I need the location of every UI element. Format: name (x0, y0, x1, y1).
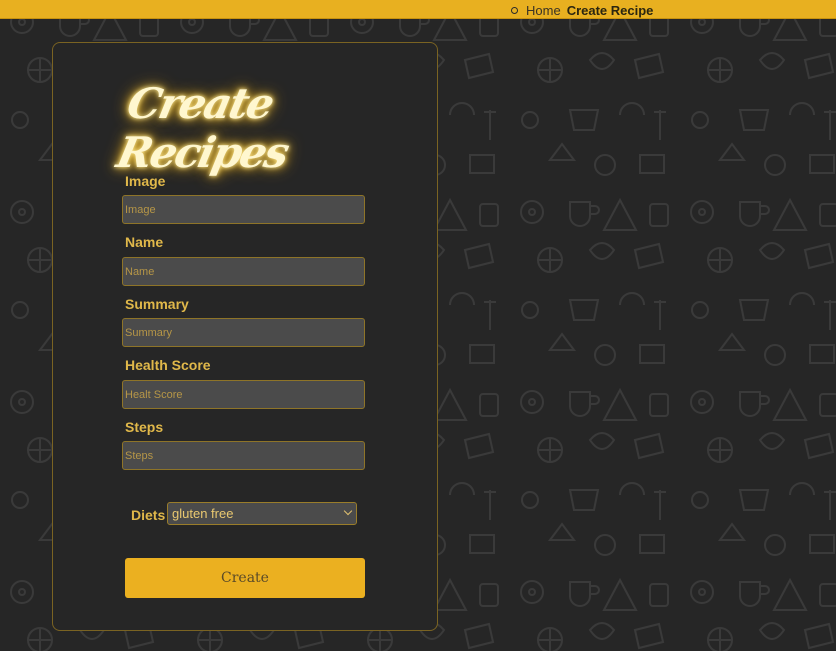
health-score-label: Health Score (125, 357, 211, 373)
steps-input[interactable] (122, 441, 365, 470)
diets-selected-value: gluten free (172, 506, 234, 521)
image-input[interactable] (122, 195, 365, 224)
summary-input[interactable] (122, 318, 365, 347)
name-label: Name (125, 234, 164, 250)
name-input[interactable] (122, 257, 365, 286)
breadcrumb-home-link[interactable]: Home (526, 3, 561, 18)
diets-label: Diets (131, 507, 166, 523)
breadcrumb-current: Create Recipe (566, 2, 654, 18)
summary-label: Summary (125, 296, 189, 312)
create-recipe-card: Create Recipes Image Name Summary Health… (52, 42, 438, 631)
breadcrumb: Home Create Recipe (511, 2, 653, 18)
diets-select[interactable]: gluten free (167, 502, 357, 525)
image-label: Image (125, 173, 166, 189)
page-title: Create Recipes (112, 79, 292, 177)
steps-label: Steps (125, 419, 164, 435)
health-score-input[interactable] (122, 380, 365, 409)
chevron-down-icon (343, 506, 353, 516)
create-button[interactable]: Create (125, 558, 365, 598)
top-bar: Home Create Recipe (0, 0, 836, 19)
bullet-icon (511, 6, 518, 14)
